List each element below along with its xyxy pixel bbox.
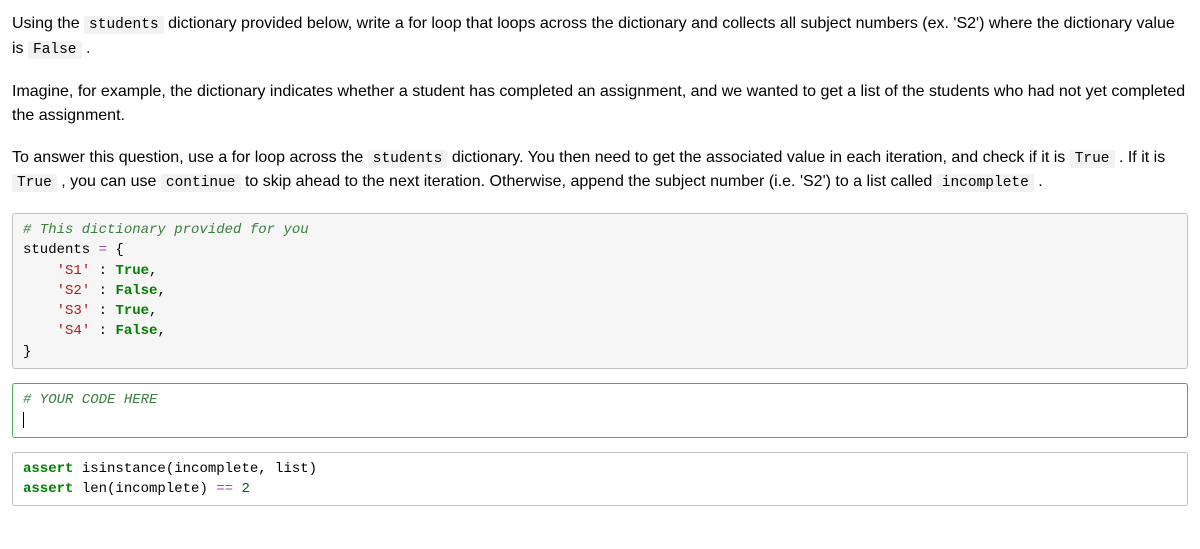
code-keyword: assert [23, 461, 73, 477]
code-keyword: False [115, 283, 157, 299]
code-string: 'S4' [57, 323, 91, 339]
text: dictionary provided below, write a for l… [12, 15, 1175, 57]
text: to skip ahead to the next iteration. Oth… [241, 173, 937, 190]
instruction-paragraph-3: To answer this question, use a for loop … [12, 146, 1188, 196]
text: Using the [12, 15, 84, 32]
inline-code-students: students [368, 150, 448, 168]
code-text: } [23, 344, 31, 360]
inline-code-continue: continue [161, 174, 241, 192]
code-keyword: assert [23, 481, 73, 497]
code-text: : [90, 303, 115, 319]
text: . [82, 40, 91, 57]
text-cursor-icon [23, 412, 24, 428]
text: Imagine, for example, the dictionary ind… [12, 80, 1188, 128]
code-text: , [149, 263, 157, 279]
code-comment: # YOUR CODE HERE [23, 392, 157, 408]
code-text: : [90, 263, 115, 279]
code-keyword: False [115, 323, 157, 339]
code-cell-provided-dictionary[interactable]: # This dictionary provided for you stude… [12, 213, 1188, 369]
inline-code-true: True [1070, 150, 1115, 168]
code-cell-your-code[interactable]: # YOUR CODE HERE [12, 383, 1188, 438]
code-text: , [149, 303, 157, 319]
code-text: students [23, 242, 99, 258]
code-operator: == [216, 481, 233, 497]
inline-code-true: True [12, 174, 57, 192]
code-text: , [157, 323, 165, 339]
instruction-paragraph-2: Imagine, for example, the dictionary ind… [12, 80, 1188, 128]
code-text: : [90, 283, 115, 299]
code-text: len(incomplete) [73, 481, 216, 497]
code-keyword: True [115, 263, 149, 279]
code-operator: = [99, 242, 107, 258]
code-text: , [157, 283, 165, 299]
code-string: 'S1' [57, 263, 91, 279]
text: dictionary. You then need to get the ass… [447, 149, 1069, 166]
inline-code-false: False [28, 41, 82, 59]
code-text: isinstance(incomplete, list) [73, 461, 317, 477]
text: To answer this question, use a for loop … [12, 149, 368, 166]
code-number: 2 [241, 481, 249, 497]
code-keyword: True [115, 303, 149, 319]
inline-code-students: students [84, 16, 164, 34]
code-string: 'S3' [57, 303, 91, 319]
code-string: 'S2' [57, 283, 91, 299]
text: . If it is [1115, 149, 1166, 166]
text: . [1034, 173, 1043, 190]
code-text: { [107, 242, 124, 258]
inline-code-incomplete: incomplete [937, 174, 1034, 192]
code-text: : [90, 323, 115, 339]
code-cell-asserts[interactable]: assert isinstance(incomplete, list) asse… [12, 452, 1188, 507]
instruction-paragraph-1: Using the students dictionary provided b… [12, 12, 1188, 62]
text: , you can use [57, 173, 161, 190]
code-comment: # This dictionary provided for you [23, 222, 309, 238]
